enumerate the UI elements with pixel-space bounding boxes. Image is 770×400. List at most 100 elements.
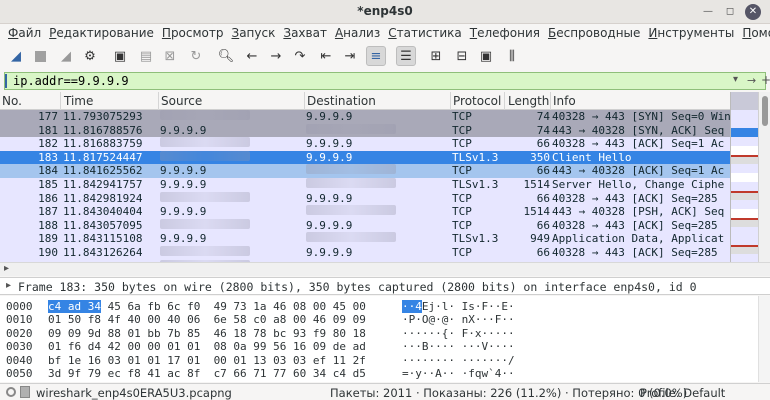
go-back-icon[interactable]: ← — [242, 46, 262, 66]
menu-item[interactable]: Анализ — [331, 24, 384, 42]
packet-details[interactable]: ▸ Frame 183: 350 bytes on wire (2800 bit… — [0, 277, 770, 295]
add-filter-button-icon[interactable]: + — [761, 73, 770, 87]
packet-cell-len: 66 — [536, 246, 550, 259]
expand-arrow-icon[interactable]: ▸ — [4, 263, 9, 274]
zoom-out-icon[interactable]: ⊟ — [452, 46, 472, 66]
stop-capture-icon[interactable] — [30, 46, 50, 66]
packet-row[interactable]: 181 11.816788576 9.9.9.9 TCP 74 443 → 40328 [… — [0, 123, 730, 138]
bytes-offset: 0020 — [6, 326, 33, 340]
bytes-hex[interactable]: 01 50 f8 4f 40 00 40 06 6e 58 c0 a8 00 4… — [48, 313, 366, 326]
close-icon[interactable]: ✕ — [745, 4, 761, 20]
frame-summary[interactable]: Frame 183: 350 bytes on wire (2800 bits)… — [18, 280, 697, 294]
packet-cell-no: 182 — [38, 137, 58, 151]
packet-row[interactable]: 190 11.843126264 9.9.9.9 TCP 66 40328 → 443 [… — [0, 246, 730, 260]
filter-dropdown-icon[interactable]: ▾ — [733, 74, 738, 85]
save-file-icon[interactable]: ▤ — [136, 46, 156, 66]
column-header[interactable]: Info — [553, 94, 576, 108]
bytes-hex[interactable]: 3d 9f 79 ec f8 41 ac 8f c7 66 71 77 60 3… — [48, 367, 366, 380]
packet-row[interactable]: 177 11.793075293 9.9.9.9 TCP 74 40328 → 443 [… — [0, 110, 730, 124]
packet-cell-proto: TCP — [452, 205, 472, 219]
column-header[interactable]: Length — [508, 94, 549, 108]
auto-scroll-icon[interactable]: ≡ — [366, 46, 386, 66]
bytes-ascii[interactable]: ········ ·······/ — [402, 354, 515, 367]
packet-row[interactable]: 183 11.817524447 9.9.9.9 TLSv1.3 350 Client H… — [0, 150, 730, 165]
packet-cell-proto: TCP — [452, 110, 472, 123]
bytes-ascii[interactable]: =·y··A·· ·fqw`4·· — [402, 367, 515, 380]
packet-list[interactable]: No. Time Source Destination Protocol Length In… — [0, 92, 730, 262]
packet-cell-src: 9.9.9.9 — [160, 232, 207, 246]
packet-cell-time: 11.842981924 — [63, 191, 143, 205]
packet-row[interactable]: 186 11.842981924 9.9.9.9 TCP 66 40328 → 443 [… — [0, 191, 730, 206]
column-header[interactable]: No. — [2, 94, 22, 108]
packet-row[interactable]: 189 11.843115108 9.9.9.9 TLSv1.3 949 Applicat… — [0, 232, 730, 247]
bytes-offset: 0030 — [6, 340, 33, 354]
expert-info-icon[interactable] — [6, 387, 16, 397]
packet-row[interactable]: 188 11.843057095 9.9.9.9 TCP 66 40328 → 443 [… — [0, 218, 730, 233]
capture-file-icon[interactable] — [20, 386, 30, 398]
find-packet-icon[interactable]: 🔍︎ — [216, 46, 236, 66]
profile-label[interactable]: Profile: Default — [640, 386, 725, 400]
packet-cell-len: 350 — [530, 150, 550, 164]
filter-bookmark-icon[interactable] — [5, 74, 11, 88]
capture-options-icon[interactable]: ⚙ — [80, 46, 100, 66]
packet-list-scrollbar[interactable] — [758, 92, 770, 262]
zoom-in-icon[interactable]: ⊞ — [426, 46, 446, 66]
menu-item[interactable]: Просмотр — [158, 24, 228, 42]
restart-capture-icon[interactable]: ◢ — [56, 46, 76, 66]
last-packet-icon[interactable]: ⇥ — [340, 46, 360, 66]
column-header[interactable]: Protocol — [453, 94, 501, 108]
maximize-icon[interactable]: ◻ — [722, 4, 738, 20]
bytes-hex[interactable]: 01 f6 d4 42 00 00 01 01 08 0a 99 56 16 0… — [48, 340, 366, 353]
bytes-hex[interactable]: c4 ad 34 45 6a fb 6c f0 49 73 1a 46 08 0… — [48, 300, 366, 313]
display-filter-bar[interactable]: ip.addr==9.9.9.9 ▾ → + — [4, 72, 770, 90]
bytes-ascii[interactable]: ······{· F·x····· — [402, 327, 515, 340]
packet-cell-len: 66 — [536, 191, 550, 205]
resize-columns-icon[interactable]: ⫼ — [502, 46, 522, 66]
packet-cell-info: 40328 → 443 [ACK] Seq=1 Ac — [552, 137, 725, 151]
packet-cell-dst: 9.9.9.9 — [306, 246, 353, 259]
packet-cell-time: 11.793075293 — [63, 110, 143, 123]
column-header[interactable]: Destination — [307, 94, 376, 108]
open-file-icon[interactable]: ▣ — [110, 46, 130, 66]
colorize-icon[interactable]: ☰ — [396, 46, 416, 66]
menu-item[interactable]: Захват — [279, 24, 331, 42]
menu-item[interactable]: Инструменты — [644, 24, 738, 42]
packet-row[interactable]: 185 11.842941757 9.9.9.9 TLSv1.3 1514 Server … — [0, 178, 730, 192]
normal-size-icon[interactable]: ▣ — [476, 46, 496, 66]
first-packet-icon[interactable]: ⇤ — [316, 46, 336, 66]
packet-cell-no: 177 — [38, 110, 58, 123]
apply-filter-icon[interactable]: → — [747, 74, 756, 87]
column-header[interactable]: Source — [161, 94, 202, 108]
column-header[interactable]: Time — [64, 94, 93, 108]
display-filter-input[interactable]: ip.addr==9.9.9.9 — [13, 74, 129, 88]
minimize-icon[interactable]: — — [700, 4, 716, 20]
packet-row[interactable]: 187 11.843040404 9.9.9.9 TCP 1514 443 → 40328… — [0, 205, 730, 220]
menu-item[interactable]: Статистика — [384, 24, 466, 42]
title-bar: *enp4s0 — ◻ ✕ — [0, 0, 770, 24]
packet-cell-proto: TLSv1.3 — [452, 232, 499, 246]
bytes-ascii[interactable]: ···B···· ···V···· — [402, 340, 515, 353]
bytes-hex[interactable]: bf 1e 16 03 01 01 17 01 00 01 13 03 03 e… — [48, 354, 366, 367]
packet-cell-len: 949 — [530, 232, 550, 246]
packet-row[interactable]: 184 11.841625562 9.9.9.9 TCP 66 443 → 40328 [… — [0, 164, 730, 179]
packet-list-hscrollbar[interactable]: ▸ — [0, 262, 770, 276]
shark-fin-start-icon[interactable]: ◢ — [6, 46, 26, 66]
menu-item[interactable]: Редактирование — [45, 24, 158, 42]
close-file-icon[interactable]: ⊠ — [160, 46, 180, 66]
bytes-hex[interactable]: 09 09 9d 88 01 bb 7b 85 46 18 78 bc 93 f… — [48, 327, 366, 340]
packet-row[interactable]: 182 11.816883759 9.9.9.9 TCP 66 40328 → 443 [… — [0, 137, 730, 152]
bytes-ascii[interactable]: ··4Ej·l· Is·F··E· — [402, 300, 515, 313]
menu-item[interactable]: Файл — [4, 24, 45, 42]
packet-minimap[interactable] — [730, 92, 758, 263]
expand-tree-icon[interactable]: ▸ — [6, 280, 11, 291]
bytes-scrollbar[interactable] — [758, 296, 770, 382]
menu-item[interactable]: Беспроводные — [544, 24, 644, 42]
menu-item[interactable]: Помощь — [738, 24, 770, 42]
packet-bytes-pane[interactable]: 0000 c4 ad 34 45 6a fb 6c f0 49 73 1a 46 … — [0, 296, 770, 382]
menu-item[interactable]: Телефония — [466, 24, 544, 42]
go-forward-icon[interactable]: → — [266, 46, 286, 66]
go-to-packet-icon[interactable]: ↷ — [290, 46, 310, 66]
menu-item[interactable]: Запуск — [228, 24, 280, 42]
bytes-ascii[interactable]: ·P·O@·@· nX···F·· — [402, 313, 515, 326]
reload-file-icon[interactable]: ↻ — [186, 46, 206, 66]
